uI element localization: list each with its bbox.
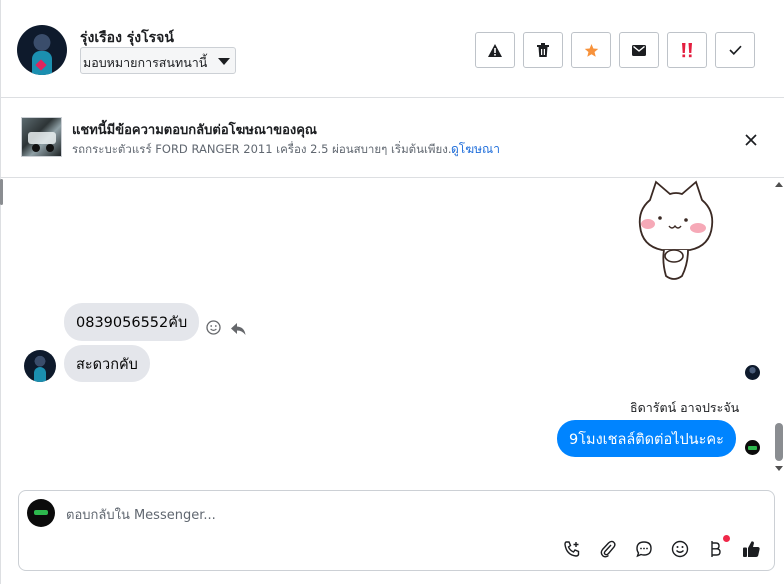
- trash-icon: [537, 43, 549, 57]
- page-avatar: [27, 499, 55, 527]
- double-exclamation-icon: [682, 42, 692, 57]
- chat-bubble-icon[interactable]: [633, 538, 655, 560]
- star-button[interactable]: [571, 32, 611, 68]
- outgoing-message[interactable]: 9โมงเชลล์ติดต่อไปนะคะ: [557, 420, 736, 457]
- ad-banner-title: แชทนี้มีข้อความตอบกลับต่อโฆษณาของคุณ: [72, 123, 317, 138]
- mark-done-button[interactable]: [715, 32, 755, 68]
- view-ad-link[interactable]: ดูโฆษณา: [451, 140, 500, 159]
- call-plus-icon[interactable]: [561, 538, 583, 560]
- close-banner-button[interactable]: [740, 129, 762, 151]
- mark-unread-button[interactable]: [619, 32, 659, 68]
- assign-label: มอบหมายการสนทนานี้: [83, 55, 208, 70]
- emoji-icon[interactable]: [669, 538, 691, 560]
- thumbs-up-icon[interactable]: [740, 538, 762, 560]
- ad-thumbnail[interactable]: [21, 117, 62, 157]
- page-avatar-small: [745, 440, 760, 455]
- scroll-down-arrow-icon[interactable]: [775, 466, 783, 471]
- contact-avatar[interactable]: [17, 25, 67, 75]
- contact-name[interactable]: รุ่งเรือง รุ่งโรจน์: [80, 27, 174, 49]
- report-spam-button[interactable]: [475, 32, 515, 68]
- reply-composer: [18, 490, 775, 571]
- delete-button[interactable]: [523, 32, 563, 68]
- panel-resize-handle[interactable]: [0, 179, 3, 205]
- react-emoji-icon[interactable]: [206, 320, 221, 339]
- incoming-message[interactable]: สะดวกคับ: [64, 345, 150, 382]
- star-icon: [584, 43, 598, 57]
- scroll-up-arrow-icon[interactable]: [775, 182, 783, 187]
- payment-notification-dot: [723, 535, 730, 542]
- contact-avatar-small[interactable]: [24, 350, 56, 382]
- sender-name: ธิดารัตน์ อาจประจัน: [630, 400, 740, 415]
- warning-icon: [488, 43, 502, 57]
- envelope-icon: [632, 44, 646, 56]
- caret-down-icon: [218, 58, 231, 65]
- assign-conversation-dropdown[interactable]: มอบหมายการสนทนานี้: [80, 47, 237, 74]
- close-icon: [745, 134, 757, 146]
- check-icon: [728, 45, 742, 55]
- paperclip-icon[interactable]: [597, 538, 619, 560]
- follow-up-button[interactable]: [667, 32, 707, 68]
- reply-icon[interactable]: [231, 321, 246, 340]
- reply-input[interactable]: [66, 505, 726, 525]
- scrollbar-thumb[interactable]: [775, 423, 783, 461]
- cat-sticker: [638, 180, 714, 280]
- baht-icon[interactable]: [704, 538, 726, 560]
- ad-banner-description: รถกระบะตัวแรร์ FORD RANGER 2011 เครื่อง …: [72, 142, 459, 156]
- incoming-message[interactable]: 0839056552คับ: [64, 303, 200, 341]
- seen-receipt-avatar: [745, 365, 760, 380]
- ad-reply-banner: แชทนี้มีข้อความตอบกลับต่อโฆษณาของคุณ รถก…: [0, 98, 784, 178]
